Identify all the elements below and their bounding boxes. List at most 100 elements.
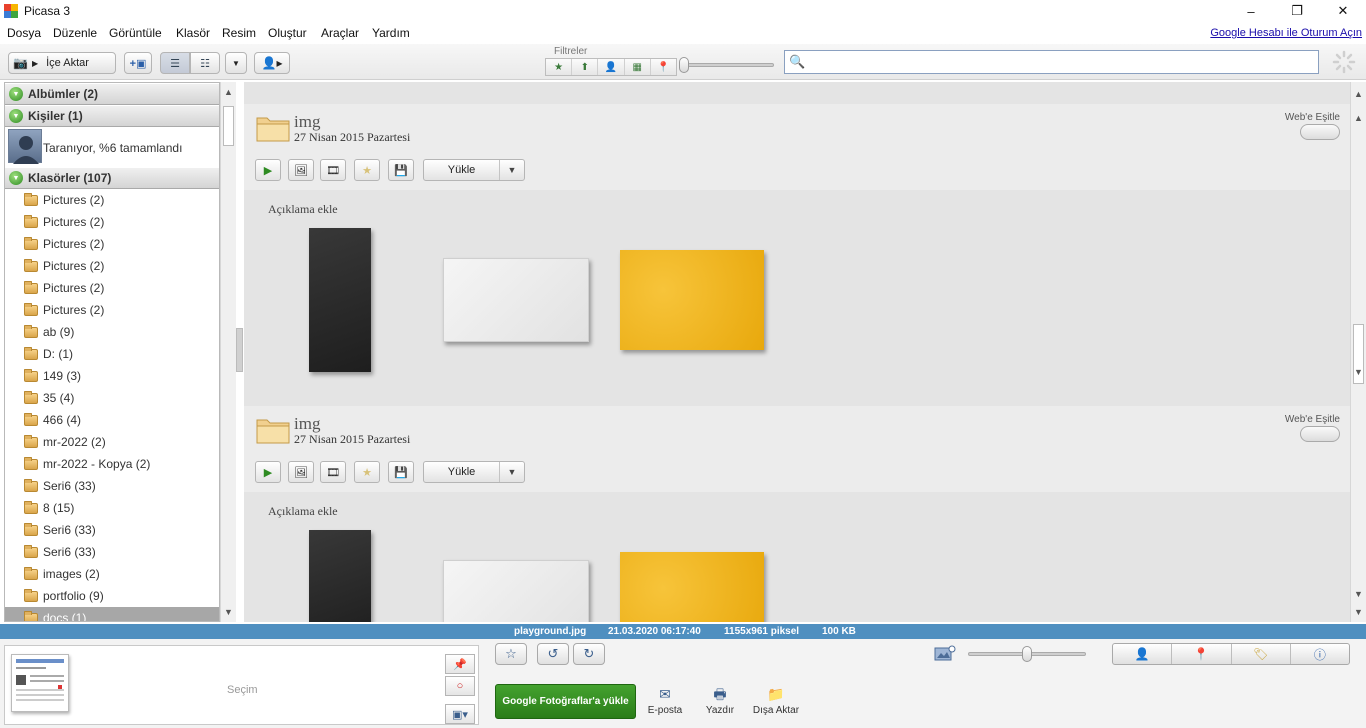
scroll-up-arrow-icon[interactable]: ▲: [221, 84, 236, 100]
scroll-top-arrow-icon[interactable]: ▲: [1351, 86, 1366, 102]
web-sync-toggle[interactable]: [1300, 426, 1340, 442]
photo-thumbnail[interactable]: [620, 250, 764, 350]
view-options-dropdown[interactable]: ▼: [225, 52, 247, 74]
folder-item[interactable]: 35 (4): [5, 387, 219, 409]
thumbnail-size-slider[interactable]: [1022, 646, 1032, 662]
uploaded-filter-button[interactable]: ⬆: [572, 59, 599, 75]
folder-item[interactable]: mr-2022 (2): [5, 431, 219, 453]
slideshow-button[interactable]: ▶: [255, 461, 281, 483]
menu-tools[interactable]: Araçlar: [321, 26, 359, 40]
add-to-album-button[interactable]: ▣▾: [445, 704, 475, 724]
scroll-down-arrow-icon[interactable]: ▼: [221, 604, 236, 620]
google-photos-upload-button[interactable]: Google Fotoğraflar'a yükle: [495, 684, 636, 719]
menu-create[interactable]: Oluştur: [268, 26, 307, 40]
new-album-button[interactable]: +▣: [124, 52, 152, 74]
folder-item[interactable]: Pictures (2): [5, 255, 219, 277]
star-button[interactable]: ★: [354, 461, 380, 483]
people-section-header[interactable]: ▼ Kişiler (1): [5, 105, 219, 127]
library-scrollbar[interactable]: ▲ ▼: [220, 82, 236, 622]
folder-item[interactable]: Pictures (2): [5, 189, 219, 211]
folder-item[interactable]: 466 (4): [5, 409, 219, 431]
geotag-filter-button[interactable]: 📍: [651, 59, 676, 75]
close-button[interactable]: ✕: [1320, 0, 1366, 22]
people-tab[interactable]: 👤: [1113, 644, 1173, 664]
folders-section-header[interactable]: ▼ Klasörler (107): [5, 167, 219, 189]
albums-section-header[interactable]: ▼ Albümler (2): [5, 83, 219, 105]
video-filter-button[interactable]: ▦: [625, 59, 651, 75]
menu-picture[interactable]: Resim: [222, 26, 256, 40]
people-tag-button[interactable]: 👤▸: [254, 52, 290, 74]
folder-item[interactable]: 149 (3): [5, 365, 219, 387]
collage-button[interactable]: 🖼: [288, 461, 314, 483]
places-tab[interactable]: 📍: [1172, 644, 1232, 664]
movie-button[interactable]: 🎞: [320, 159, 346, 181]
folder-item[interactable]: Seri6 (33): [5, 541, 219, 563]
web-sync-toggle[interactable]: [1300, 124, 1340, 140]
star-button[interactable]: ★: [354, 159, 380, 181]
folder-item[interactable]: Pictures (2): [5, 299, 219, 321]
panel-splitter-handle[interactable]: [236, 328, 243, 372]
scroll-up-arrow-icon[interactable]: ▲: [1351, 110, 1366, 126]
album-upload-button[interactable]: Yükle ▼: [423, 461, 525, 483]
faces-filter-button[interactable]: 👤: [598, 59, 625, 75]
photo-thumbnail[interactable]: [309, 228, 371, 372]
folder-item[interactable]: D: (1): [5, 343, 219, 365]
google-sign-in-link[interactable]: Google Hesabı ile Oturum Açın: [1210, 27, 1362, 39]
album-upload-button[interactable]: Yükle ▼: [423, 159, 525, 181]
email-button[interactable]: ✉ E-posta: [640, 683, 690, 716]
folder-item[interactable]: Seri6 (33): [5, 519, 219, 541]
flat-view-button[interactable]: ☰: [160, 52, 190, 74]
movie-button[interactable]: 🎞: [320, 461, 346, 483]
menu-help[interactable]: Yardım: [372, 26, 410, 40]
minimize-button[interactable]: –: [1228, 0, 1274, 22]
tree-view-button[interactable]: ☷: [190, 52, 220, 74]
album-title[interactable]: img: [294, 414, 320, 434]
menu-folder[interactable]: Klasör: [176, 26, 210, 40]
album-title[interactable]: img: [294, 112, 320, 132]
slideshow-button[interactable]: ▶: [255, 159, 281, 181]
folder-item[interactable]: Seri6 (33): [5, 475, 219, 497]
folder-item[interactable]: docs (1): [5, 607, 219, 621]
photo-thumbnail[interactable]: [309, 530, 371, 622]
collage-button[interactable]: 🖼: [288, 159, 314, 181]
clear-tray-button[interactable]: ○: [445, 676, 475, 696]
save-button[interactable]: 💾: [388, 461, 414, 483]
folder-item[interactable]: 8 (15): [5, 497, 219, 519]
folder-item[interactable]: portfolio (9): [5, 585, 219, 607]
folder-item[interactable]: Pictures (2): [5, 233, 219, 255]
album-description[interactable]: Açıklama ekle: [268, 504, 338, 519]
unnamed-people-item[interactable]: Taranıyor, %6 tamamlandı: [5, 127, 219, 167]
photo-thumbnail[interactable]: [620, 552, 764, 622]
tray-photo-thumbnail[interactable]: [11, 654, 69, 712]
folder-item[interactable]: ab (9): [5, 321, 219, 343]
hold-button[interactable]: 📌: [445, 654, 475, 674]
scroll-bottom-arrow-icon[interactable]: ▼: [1351, 604, 1366, 620]
album-description[interactable]: Açıklama ekle: [268, 202, 338, 217]
print-button[interactable]: 🖶 Yazdır: [695, 683, 745, 716]
starred-filter-button[interactable]: ★: [546, 59, 573, 75]
rotate-left-button[interactable]: ↺: [537, 643, 569, 665]
scroll-down-arrow-icon[interactable]: ▼: [1351, 586, 1366, 602]
menu-view[interactable]: Görüntüle: [109, 26, 162, 40]
folder-item[interactable]: mr-2022 - Kopya (2): [5, 453, 219, 475]
search-input[interactable]: 🔍: [784, 50, 1319, 74]
tags-tab[interactable]: 🏷: [1232, 644, 1291, 664]
tray-star-button[interactable]: ☆: [495, 643, 527, 665]
menu-edit[interactable]: Düzenle: [53, 26, 97, 40]
rotate-right-button[interactable]: ↻: [573, 643, 605, 665]
date-filter-slider[interactable]: [679, 57, 689, 73]
properties-tab[interactable]: ⓘ: [1291, 644, 1349, 664]
library-view-scrollbar[interactable]: ▲ ▲ ▼ ▼ ▼: [1350, 82, 1366, 622]
folder-item[interactable]: images (2): [5, 563, 219, 585]
folder-item[interactable]: Pictures (2): [5, 277, 219, 299]
library-scroll-thumb[interactable]: [223, 106, 234, 146]
folder-item[interactable]: Pictures (2): [5, 211, 219, 233]
restore-button[interactable]: ❐: [1274, 0, 1320, 22]
save-button[interactable]: 💾: [388, 159, 414, 181]
photo-thumbnail[interactable]: [443, 258, 589, 342]
import-button[interactable]: 📷 ▶ İçe Aktar: [8, 52, 116, 74]
menu-file[interactable]: Dosya: [7, 26, 41, 40]
scroll-down-arrow-icon[interactable]: ▼: [1351, 364, 1366, 380]
export-button[interactable]: 📁 Dışa Aktar: [751, 683, 801, 716]
photo-thumbnail[interactable]: [443, 560, 589, 622]
